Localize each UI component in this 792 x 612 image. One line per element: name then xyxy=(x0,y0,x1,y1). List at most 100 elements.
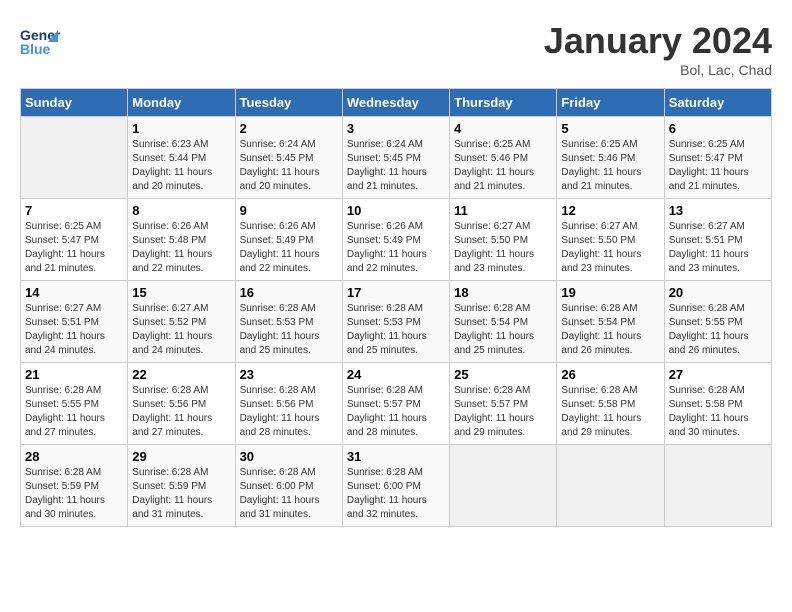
day-info: Sunrise: 6:28 AMSunset: 5:59 PMDaylight:… xyxy=(132,466,230,522)
page-header: General Blue January 2024 Bol, Lac, Chad xyxy=(20,20,772,78)
day-number: 21 xyxy=(25,367,123,382)
logo: General Blue xyxy=(20,20,66,60)
day-cell: 3 Sunrise: 6:24 AMSunset: 5:45 PMDaylight… xyxy=(342,117,449,199)
day-cell: 23 Sunrise: 6:28 AMSunset: 5:56 PMDayligh… xyxy=(235,363,342,445)
day-cell: 13Sunrise: 6:27 AMSunset: 5:51 PMDayligh… xyxy=(664,199,771,281)
day-number: 31 xyxy=(347,449,445,464)
month-title: January 2024 xyxy=(544,20,772,62)
day-number: 3 xyxy=(347,121,445,136)
day-info: Sunrise: 6:25 AMSunset: 5:46 PMDaylight:… xyxy=(454,138,552,194)
day-cell: 1 Sunrise: 6:23 AMSunset: 5:44 PMDaylight… xyxy=(128,117,235,199)
day-info: Sunrise: 6:28 AMSunset: 5:58 PMDaylight:… xyxy=(669,384,767,440)
day-cell: 24 Sunrise: 6:28 AMSunset: 5:57 PMDayligh… xyxy=(342,363,449,445)
day-number: 10 xyxy=(347,203,445,218)
day-cell: 28 Sunrise: 6:28 AMSunset: 5:59 PMDayligh… xyxy=(21,445,128,527)
day-number: 9 xyxy=(240,203,338,218)
day-info: Sunrise: 6:28 AMSunset: 6:00 PMDaylight:… xyxy=(347,466,445,522)
day-header-monday: Monday xyxy=(128,89,235,117)
day-cell xyxy=(450,445,557,527)
day-cell: 15 Sunrise: 6:27 AMSunset: 5:52 PMDayligh… xyxy=(128,281,235,363)
day-number: 28 xyxy=(25,449,123,464)
day-cell xyxy=(21,117,128,199)
header-row: SundayMondayTuesdayWednesdayThursdayFrid… xyxy=(21,89,772,117)
day-number: 8 xyxy=(132,203,230,218)
day-info: Sunrise: 6:28 AMSunset: 5:56 PMDaylight:… xyxy=(132,384,230,440)
day-info: Sunrise: 6:26 AMSunset: 5:49 PMDaylight:… xyxy=(347,220,445,276)
day-header-sunday: Sunday xyxy=(21,89,128,117)
day-cell: 8 Sunrise: 6:26 AMSunset: 5:48 PMDaylight… xyxy=(128,199,235,281)
day-number: 2 xyxy=(240,121,338,136)
day-number: 24 xyxy=(347,367,445,382)
day-info: Sunrise: 6:28 AMSunset: 5:59 PMDaylight:… xyxy=(25,466,123,522)
day-cell xyxy=(664,445,771,527)
day-cell: 12 Sunrise: 6:27 AMSunset: 5:50 PMDayligh… xyxy=(557,199,664,281)
day-cell: 17 Sunrise: 6:28 AMSunset: 5:53 PMDayligh… xyxy=(342,281,449,363)
day-info: Sunrise: 6:25 AMSunset: 5:46 PMDaylight:… xyxy=(561,138,659,194)
day-cell: 18Sunrise: 6:28 AMSunset: 5:54 PMDayligh… xyxy=(450,281,557,363)
day-cell: 2Sunrise: 6:24 AMSunset: 5:45 PMDaylight… xyxy=(235,117,342,199)
day-info: Sunrise: 6:24 AMSunset: 5:45 PMDaylight:… xyxy=(347,138,445,194)
day-number: 6 xyxy=(669,121,767,136)
day-cell: 19Sunrise: 6:28 AMSunset: 5:54 PMDayligh… xyxy=(557,281,664,363)
day-cell: 5 Sunrise: 6:25 AMSunset: 5:46 PMDaylight… xyxy=(557,117,664,199)
day-number: 16 xyxy=(240,285,338,300)
day-number: 15 xyxy=(132,285,230,300)
day-cell: 10 Sunrise: 6:26 AMSunset: 5:49 PMDayligh… xyxy=(342,199,449,281)
day-info: Sunrise: 6:25 AMSunset: 5:47 PMDaylight:… xyxy=(669,138,767,194)
day-info: Sunrise: 6:28 AMSunset: 6:00 PMDaylight:… xyxy=(240,466,338,522)
day-info: Sunrise: 6:28 AMSunset: 5:54 PMDaylight:… xyxy=(561,302,659,358)
day-cell: 26 Sunrise: 6:28 AMSunset: 5:58 PMDayligh… xyxy=(557,363,664,445)
day-info: Sunrise: 6:28 AMSunset: 5:53 PMDaylight:… xyxy=(347,302,445,358)
day-header-saturday: Saturday xyxy=(664,89,771,117)
week-row-3: 14Sunrise: 6:27 AMSunset: 5:51 PMDayligh… xyxy=(21,281,772,363)
day-header-tuesday: Tuesday xyxy=(235,89,342,117)
day-info: Sunrise: 6:25 AMSunset: 5:47 PMDaylight:… xyxy=(25,220,123,276)
day-header-wednesday: Wednesday xyxy=(342,89,449,117)
day-cell: 6 Sunrise: 6:25 AMSunset: 5:47 PMDaylight… xyxy=(664,117,771,199)
day-number: 26 xyxy=(561,367,659,382)
day-number: 14 xyxy=(25,285,123,300)
day-number: 7 xyxy=(25,203,123,218)
logo-icon: General Blue xyxy=(20,20,60,60)
day-info: Sunrise: 6:26 AMSunset: 5:48 PMDaylight:… xyxy=(132,220,230,276)
day-info: Sunrise: 6:28 AMSunset: 5:56 PMDaylight:… xyxy=(240,384,338,440)
day-cell: 16 Sunrise: 6:28 AMSunset: 5:53 PMDayligh… xyxy=(235,281,342,363)
day-number: 5 xyxy=(561,121,659,136)
day-number: 20 xyxy=(669,285,767,300)
day-number: 29 xyxy=(132,449,230,464)
day-info: Sunrise: 6:27 AMSunset: 5:52 PMDaylight:… xyxy=(132,302,230,358)
day-info: Sunrise: 6:28 AMSunset: 5:53 PMDaylight:… xyxy=(240,302,338,358)
day-number: 23 xyxy=(240,367,338,382)
day-cell: 25Sunrise: 6:28 AMSunset: 5:57 PMDayligh… xyxy=(450,363,557,445)
week-row-5: 28 Sunrise: 6:28 AMSunset: 5:59 PMDayligh… xyxy=(21,445,772,527)
day-info: Sunrise: 6:28 AMSunset: 5:54 PMDaylight:… xyxy=(454,302,552,358)
day-number: 30 xyxy=(240,449,338,464)
week-row-4: 21Sunrise: 6:28 AMSunset: 5:55 PMDayligh… xyxy=(21,363,772,445)
day-cell: 29 Sunrise: 6:28 AMSunset: 5:59 PMDayligh… xyxy=(128,445,235,527)
day-cell: 11Sunrise: 6:27 AMSunset: 5:50 PMDayligh… xyxy=(450,199,557,281)
day-number: 12 xyxy=(561,203,659,218)
day-number: 1 xyxy=(132,121,230,136)
day-cell xyxy=(557,445,664,527)
day-info: Sunrise: 6:28 AMSunset: 5:55 PMDaylight:… xyxy=(669,302,767,358)
day-number: 27 xyxy=(669,367,767,382)
week-row-1: 1 Sunrise: 6:23 AMSunset: 5:44 PMDaylight… xyxy=(21,117,772,199)
day-info: Sunrise: 6:28 AMSunset: 5:57 PMDaylight:… xyxy=(347,384,445,440)
day-cell: 9 Sunrise: 6:26 AMSunset: 5:49 PMDaylight… xyxy=(235,199,342,281)
day-info: Sunrise: 6:26 AMSunset: 5:49 PMDaylight:… xyxy=(240,220,338,276)
day-number: 4 xyxy=(454,121,552,136)
day-cell: 7 Sunrise: 6:25 AMSunset: 5:47 PMDaylight… xyxy=(21,199,128,281)
day-info: Sunrise: 6:27 AMSunset: 5:50 PMDaylight:… xyxy=(561,220,659,276)
day-info: Sunrise: 6:28 AMSunset: 5:57 PMDaylight:… xyxy=(454,384,552,440)
calendar-table: SundayMondayTuesdayWednesdayThursdayFrid… xyxy=(20,88,772,527)
day-cell: 31 Sunrise: 6:28 AMSunset: 6:00 PMDayligh… xyxy=(342,445,449,527)
day-cell: 27 Sunrise: 6:28 AMSunset: 5:58 PMDayligh… xyxy=(664,363,771,445)
week-row-2: 7 Sunrise: 6:25 AMSunset: 5:47 PMDaylight… xyxy=(21,199,772,281)
day-cell: 14Sunrise: 6:27 AMSunset: 5:51 PMDayligh… xyxy=(21,281,128,363)
day-info: Sunrise: 6:28 AMSunset: 5:58 PMDaylight:… xyxy=(561,384,659,440)
svg-text:Blue: Blue xyxy=(20,41,51,57)
day-info: Sunrise: 6:23 AMSunset: 5:44 PMDaylight:… xyxy=(132,138,230,194)
day-number: 17 xyxy=(347,285,445,300)
location: Bol, Lac, Chad xyxy=(544,62,772,78)
day-header-friday: Friday xyxy=(557,89,664,117)
